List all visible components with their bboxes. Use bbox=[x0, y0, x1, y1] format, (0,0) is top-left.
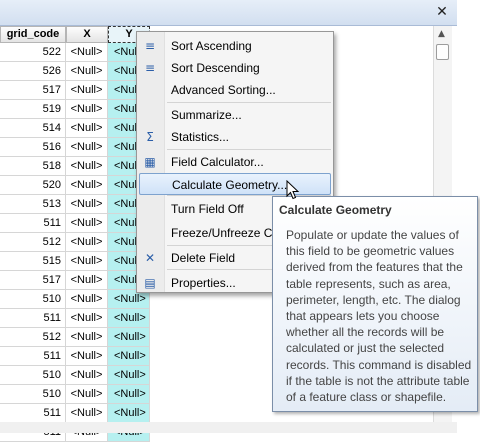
column-header-x[interactable]: X bbox=[66, 26, 108, 43]
table-cell-grid-code[interactable]: 519 bbox=[0, 100, 66, 119]
table-cell-grid-code[interactable]: 511 bbox=[0, 347, 66, 366]
menu-item-label: Statistics... bbox=[171, 130, 230, 144]
scroll-thumb[interactable] bbox=[436, 44, 449, 60]
table-cell-y[interactable]: <Null> bbox=[108, 347, 150, 366]
table-cell-x[interactable]: <Null> bbox=[66, 385, 108, 404]
table-cell-grid-code[interactable]: 511 bbox=[0, 214, 66, 233]
calculator-icon: ▦ bbox=[144, 155, 156, 169]
table-cell-grid-code[interactable]: 513 bbox=[0, 195, 66, 214]
table-row[interactable]: 510 <Null> <Null> bbox=[0, 366, 150, 385]
table-cell-grid-code[interactable]: 517 bbox=[0, 271, 66, 290]
menu-item-field-calculator[interactable]: ▦ Field Calculator... bbox=[139, 151, 331, 173]
table-row[interactable]: 513 <Null> <Null> bbox=[0, 195, 150, 214]
table-row[interactable]: 511<Null><Null> bbox=[0, 309, 150, 328]
table-cell-x[interactable]: <Null> bbox=[66, 214, 108, 233]
menu-separator bbox=[167, 149, 331, 150]
table-cell-x[interactable]: <Null> bbox=[66, 195, 108, 214]
table-cell-x[interactable]: <Null> bbox=[66, 157, 108, 176]
table-row[interactable]: 526 <Null> <Null> bbox=[0, 62, 150, 81]
calculate-geometry-tooltip: Calculate Geometry Populate or update th… bbox=[272, 196, 478, 412]
table-row[interactable]: 515 <Null> <Null> bbox=[0, 252, 150, 271]
menu-item-label: Summarize... bbox=[171, 108, 242, 122]
title-bar: ✕ bbox=[0, 0, 457, 26]
table-cell-grid-code[interactable]: 518 bbox=[0, 157, 66, 176]
table-cell-grid-code[interactable]: 516 bbox=[0, 138, 66, 157]
column-header-grid-code[interactable]: grid_code bbox=[0, 26, 66, 43]
table-cell-grid-code[interactable]: 510 bbox=[0, 366, 66, 385]
table-row[interactable]: 517 <Null> <Null> bbox=[0, 81, 150, 100]
table-cell-x[interactable]: <Null> bbox=[66, 100, 108, 119]
table-cell-x[interactable]: <Null> bbox=[66, 328, 108, 347]
table-cell-y[interactable]: <Null> bbox=[108, 309, 150, 328]
close-button[interactable]: ✕ bbox=[433, 3, 451, 21]
table-cell-y[interactable]: <Null> bbox=[108, 385, 150, 404]
menu-item-statistics[interactable]: Σ Statistics... bbox=[139, 126, 331, 148]
table-row[interactable]: 516 <Null> <Null> bbox=[0, 138, 150, 157]
delete-x-icon: ✕ bbox=[144, 251, 156, 265]
table-cell-grid-code[interactable]: 520 bbox=[0, 176, 66, 195]
table-cell-x[interactable]: <Null> bbox=[66, 309, 108, 328]
table-cell-x[interactable]: <Null> bbox=[66, 138, 108, 157]
menu-item-advanced-sorting[interactable]: Advanced Sorting... bbox=[139, 79, 331, 101]
table-cell-y[interactable]: <Null> bbox=[108, 328, 150, 347]
table-row[interactable]: 518 <Null> <Null> bbox=[0, 157, 150, 176]
tooltip-title: Calculate Geometry bbox=[279, 203, 392, 217]
table-row[interactable]: 511<Null><Null> bbox=[0, 404, 150, 423]
table-cell-x[interactable]: <Null> bbox=[66, 252, 108, 271]
table-cell-y[interactable]: <Null> bbox=[108, 404, 150, 423]
table-cell-x[interactable]: <Null> bbox=[66, 366, 108, 385]
table-cell-grid-code[interactable]: 514 bbox=[0, 119, 66, 138]
tooltip-body: Populate or update the values of this fi… bbox=[286, 228, 472, 405]
table-cell-grid-code[interactable]: 515 bbox=[0, 252, 66, 271]
table-row[interactable]: 522 <Null> <Null> bbox=[0, 43, 150, 62]
table-cell-x[interactable]: <Null> bbox=[66, 404, 108, 423]
table-cell-grid-code[interactable]: 511 bbox=[0, 309, 66, 328]
table-cell-x[interactable]: <Null> bbox=[66, 176, 108, 195]
sort-descending-icon: ≡ bbox=[144, 61, 156, 75]
table-cell-y[interactable]: <Null> bbox=[108, 366, 150, 385]
menu-item-summarize[interactable]: Summarize... bbox=[139, 104, 331, 126]
table-cell-grid-code[interactable]: 512 bbox=[0, 233, 66, 252]
table-row[interactable]: 510 <Null> <Null> bbox=[0, 385, 150, 404]
menu-item-label: Sort Descending bbox=[171, 61, 260, 75]
table-cell-grid-code[interactable]: 510 bbox=[0, 290, 66, 309]
table-cell-grid-code[interactable]: 526 bbox=[0, 62, 66, 81]
table-cell-x[interactable]: <Null> bbox=[66, 233, 108, 252]
table-row[interactable]: 514 <Null> <Null> bbox=[0, 119, 150, 138]
table-cell-x[interactable]: <Null> bbox=[66, 62, 108, 81]
menu-item-sort-descending[interactable]: ≡ Sort Descending bbox=[139, 57, 331, 79]
table-cell-grid-code[interactable]: 512 bbox=[0, 328, 66, 347]
table-cell-grid-code[interactable]: 510 bbox=[0, 385, 66, 404]
table-cell-x[interactable]: <Null> bbox=[66, 81, 108, 100]
sort-ascending-icon: ≡ bbox=[144, 39, 156, 53]
table-row[interactable]: 511<Null><Null> bbox=[0, 347, 150, 366]
table-cell-x[interactable]: <Null> bbox=[66, 347, 108, 366]
properties-icon: ▤ bbox=[144, 276, 156, 290]
table-cell-grid-code[interactable]: 511 bbox=[0, 404, 66, 423]
status-strip bbox=[0, 422, 457, 433]
menu-separator bbox=[167, 102, 331, 103]
table-cell-grid-code[interactable]: 522 bbox=[0, 43, 66, 62]
menu-item-sort-ascending[interactable]: ≡ Sort Ascending bbox=[139, 35, 331, 57]
table-row[interactable]: 512 <Null> <Null> bbox=[0, 328, 150, 347]
table-cell-x[interactable]: <Null> bbox=[66, 290, 108, 309]
menu-item-label: Advanced Sorting... bbox=[171, 83, 276, 97]
table-row[interactable]: 517 <Null> <Null> bbox=[0, 271, 150, 290]
table-row[interactable]: 510 <Null> <Null> bbox=[0, 290, 150, 309]
table-row[interactable]: 520 <Null> <Null> bbox=[0, 176, 150, 195]
menu-item-label: Sort Ascending bbox=[171, 39, 252, 53]
menu-item-label: Calculate Geometry... bbox=[172, 178, 288, 192]
table-cell-x[interactable]: <Null> bbox=[66, 43, 108, 62]
menu-item-calculate-geometry[interactable]: Calculate Geometry... bbox=[139, 173, 331, 195]
menu-item-label: Field Calculator... bbox=[171, 155, 264, 169]
scroll-up-arrow-icon[interactable]: ▲ bbox=[438, 29, 445, 39]
table-cell-grid-code[interactable]: 517 bbox=[0, 81, 66, 100]
table-row[interactable]: 511<Null><Null> bbox=[0, 214, 150, 233]
table-row[interactable]: 512 <Null> <Null> bbox=[0, 233, 150, 252]
sigma-icon: Σ bbox=[146, 130, 154, 144]
mouse-pointer-icon bbox=[286, 180, 300, 200]
table-cell-x[interactable]: <Null> bbox=[66, 271, 108, 290]
table-row[interactable]: 519 <Null> <Null> bbox=[0, 100, 150, 119]
table-cell-x[interactable]: <Null> bbox=[66, 119, 108, 138]
